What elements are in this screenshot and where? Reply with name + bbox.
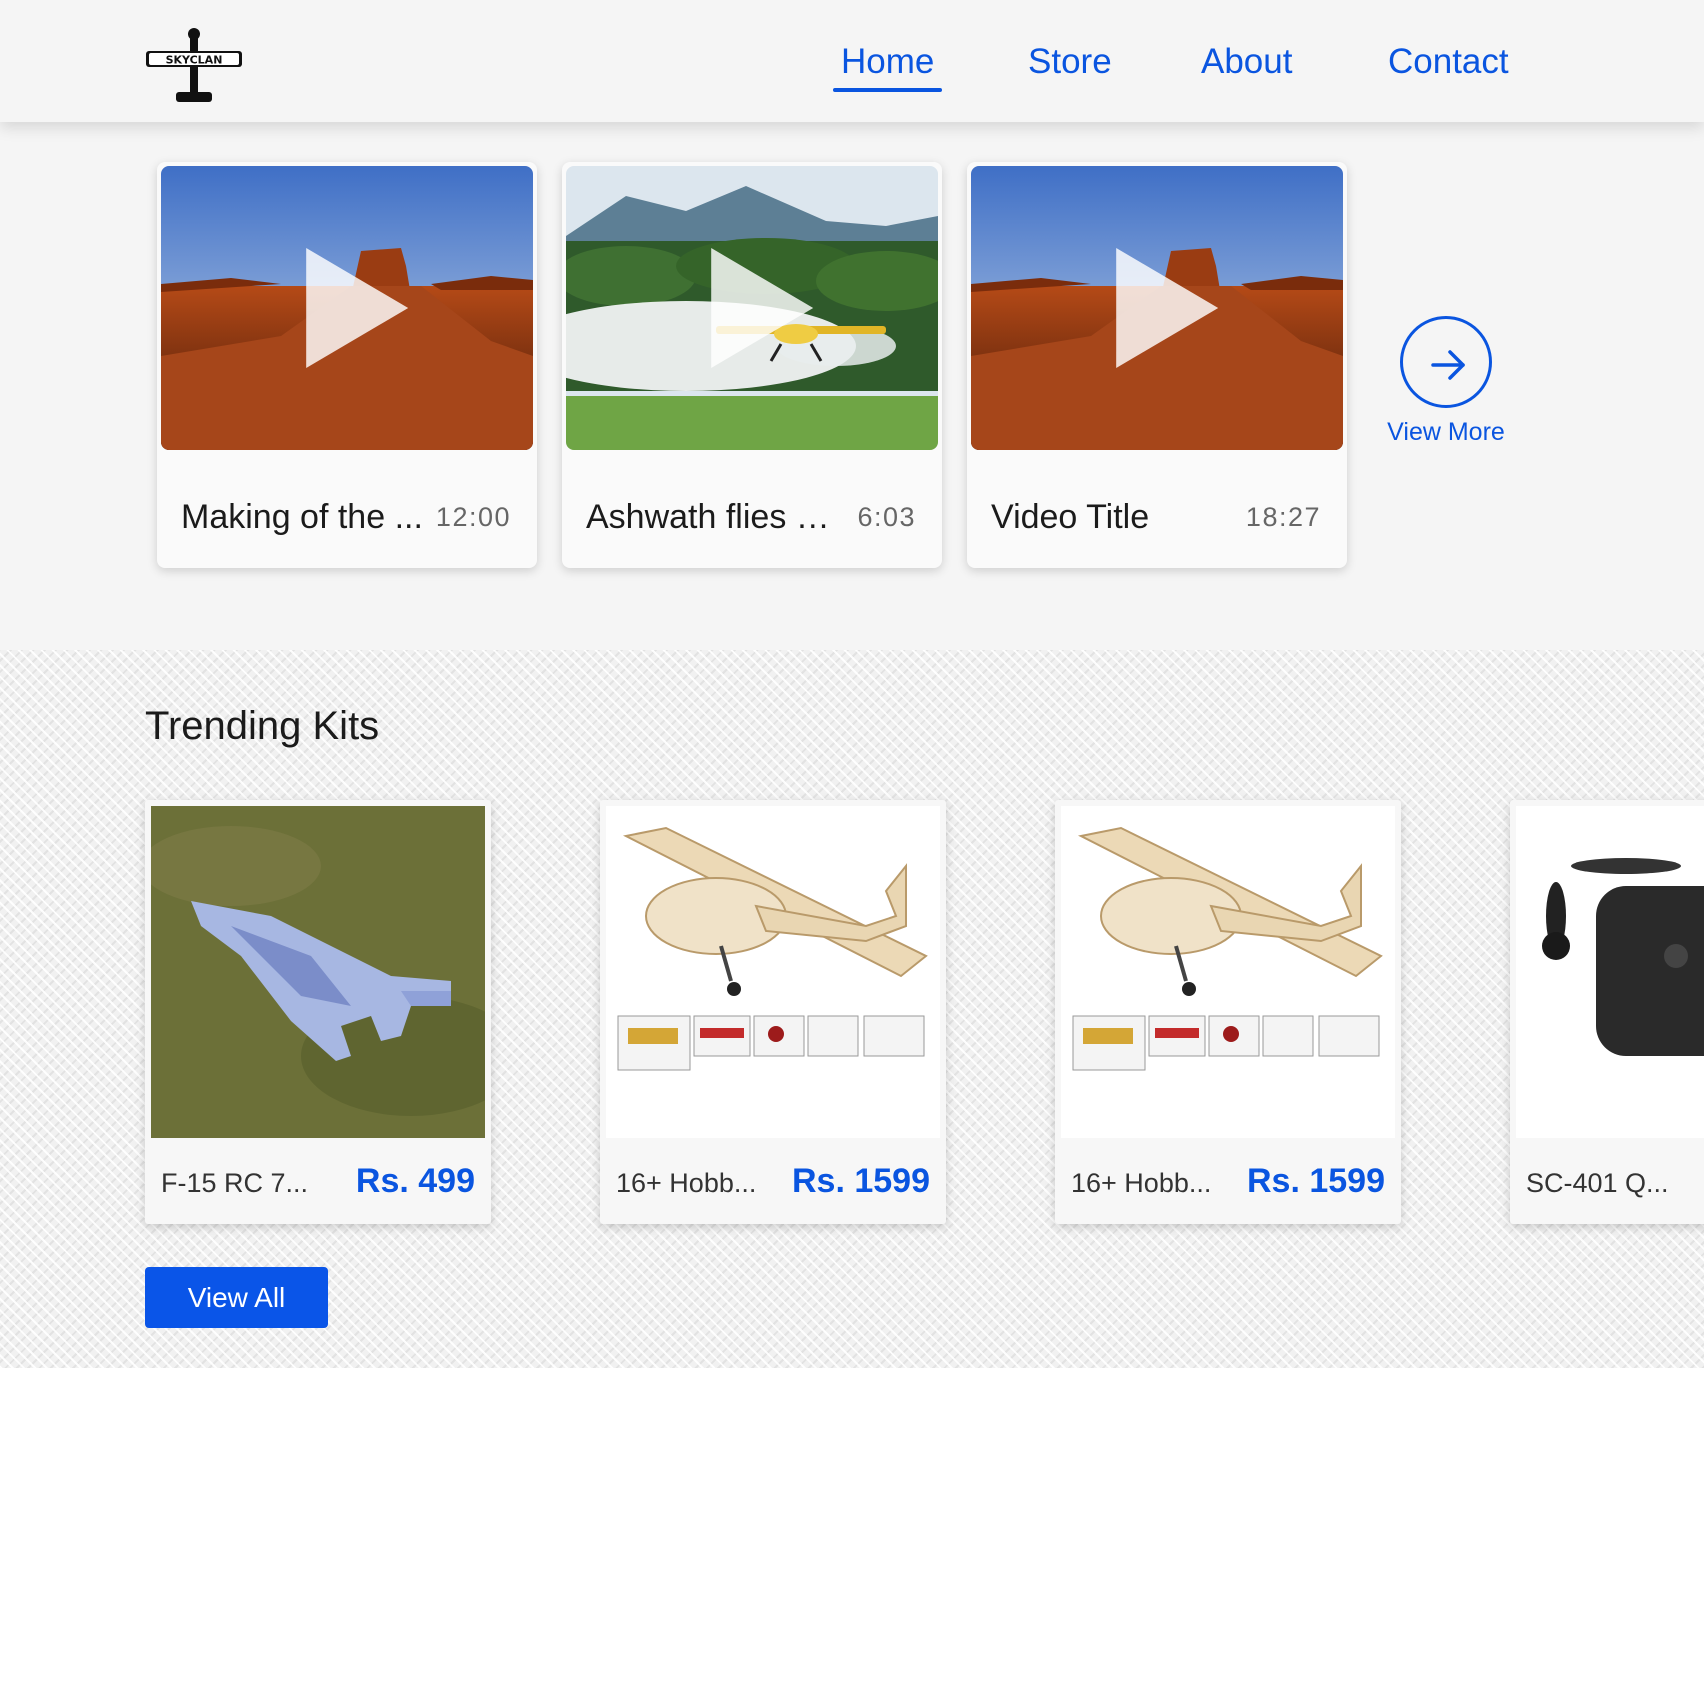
video-card[interactable]: Ashwath flies a... 6:03: [562, 162, 942, 568]
view-more-circle[interactable]: [1400, 316, 1492, 408]
section-title: Trending Kits: [145, 704, 380, 748]
product-name: SC-401 Q...: [1526, 1168, 1669, 1198]
play-icon[interactable]: [711, 248, 814, 368]
view-more-label[interactable]: View More: [1380, 418, 1512, 447]
nav-home[interactable]: Home: [832, 40, 943, 92]
product-price: Rs. 1599: [792, 1162, 930, 1200]
site-header: SKYCLAN Home Store About Contact: [0, 0, 1704, 122]
product-price: Rs. 1599: [1247, 1162, 1385, 1200]
product-image[interactable]: [606, 806, 940, 1138]
product-card[interactable]: SC-401 Q...: [1510, 800, 1704, 1224]
videos-section: Making of the ... 12:00 Ashwath flies a.…: [0, 122, 1704, 650]
video-card[interactable]: Video Title 18:27: [967, 162, 1347, 568]
video-title: Video Title: [991, 498, 1150, 536]
view-all-button[interactable]: View All: [145, 1267, 328, 1328]
video-thumbnail[interactable]: [566, 166, 938, 450]
video-duration: 6:03: [857, 502, 916, 532]
product-name: 16+ Hobb...: [1071, 1168, 1212, 1198]
video-thumbnail[interactable]: [971, 166, 1343, 450]
product-name: 16+ Hobb...: [616, 1168, 757, 1198]
nav-contact[interactable]: Contact: [1388, 40, 1509, 90]
product-image[interactable]: [1061, 806, 1395, 1138]
nav-about[interactable]: About: [1201, 40, 1292, 90]
trending-kits-section: Trending Kits F-15 RC 7... Rs. 499 16+ H…: [0, 650, 1704, 1368]
product-card[interactable]: F-15 RC 7... Rs. 499: [145, 800, 491, 1224]
arrow-right-icon: [1431, 350, 1465, 380]
video-title: Ashwath flies a...: [586, 498, 836, 536]
product-image[interactable]: [151, 806, 485, 1138]
video-duration: 18:27: [1245, 502, 1321, 532]
video-card[interactable]: Making of the ... 12:00: [157, 162, 537, 568]
view-more-button[interactable]: View More: [1380, 316, 1510, 456]
main-nav: Home Store About Contact: [0, 40, 1704, 92]
product-price: Rs. 499: [355, 1162, 475, 1200]
product-image[interactable]: [1516, 806, 1704, 1138]
product-name: F-15 RC 7...: [161, 1168, 309, 1198]
product-card[interactable]: 16+ Hobb... Rs. 1599: [1055, 800, 1401, 1224]
video-duration: 12:00: [435, 502, 511, 532]
play-icon[interactable]: [1116, 248, 1219, 368]
product-card[interactable]: 16+ Hobb... Rs. 1599: [600, 800, 946, 1224]
play-icon[interactable]: [306, 248, 409, 368]
video-thumbnail[interactable]: [161, 166, 533, 450]
video-title: Making of the ...: [181, 498, 423, 536]
nav-store[interactable]: Store: [1028, 40, 1112, 90]
